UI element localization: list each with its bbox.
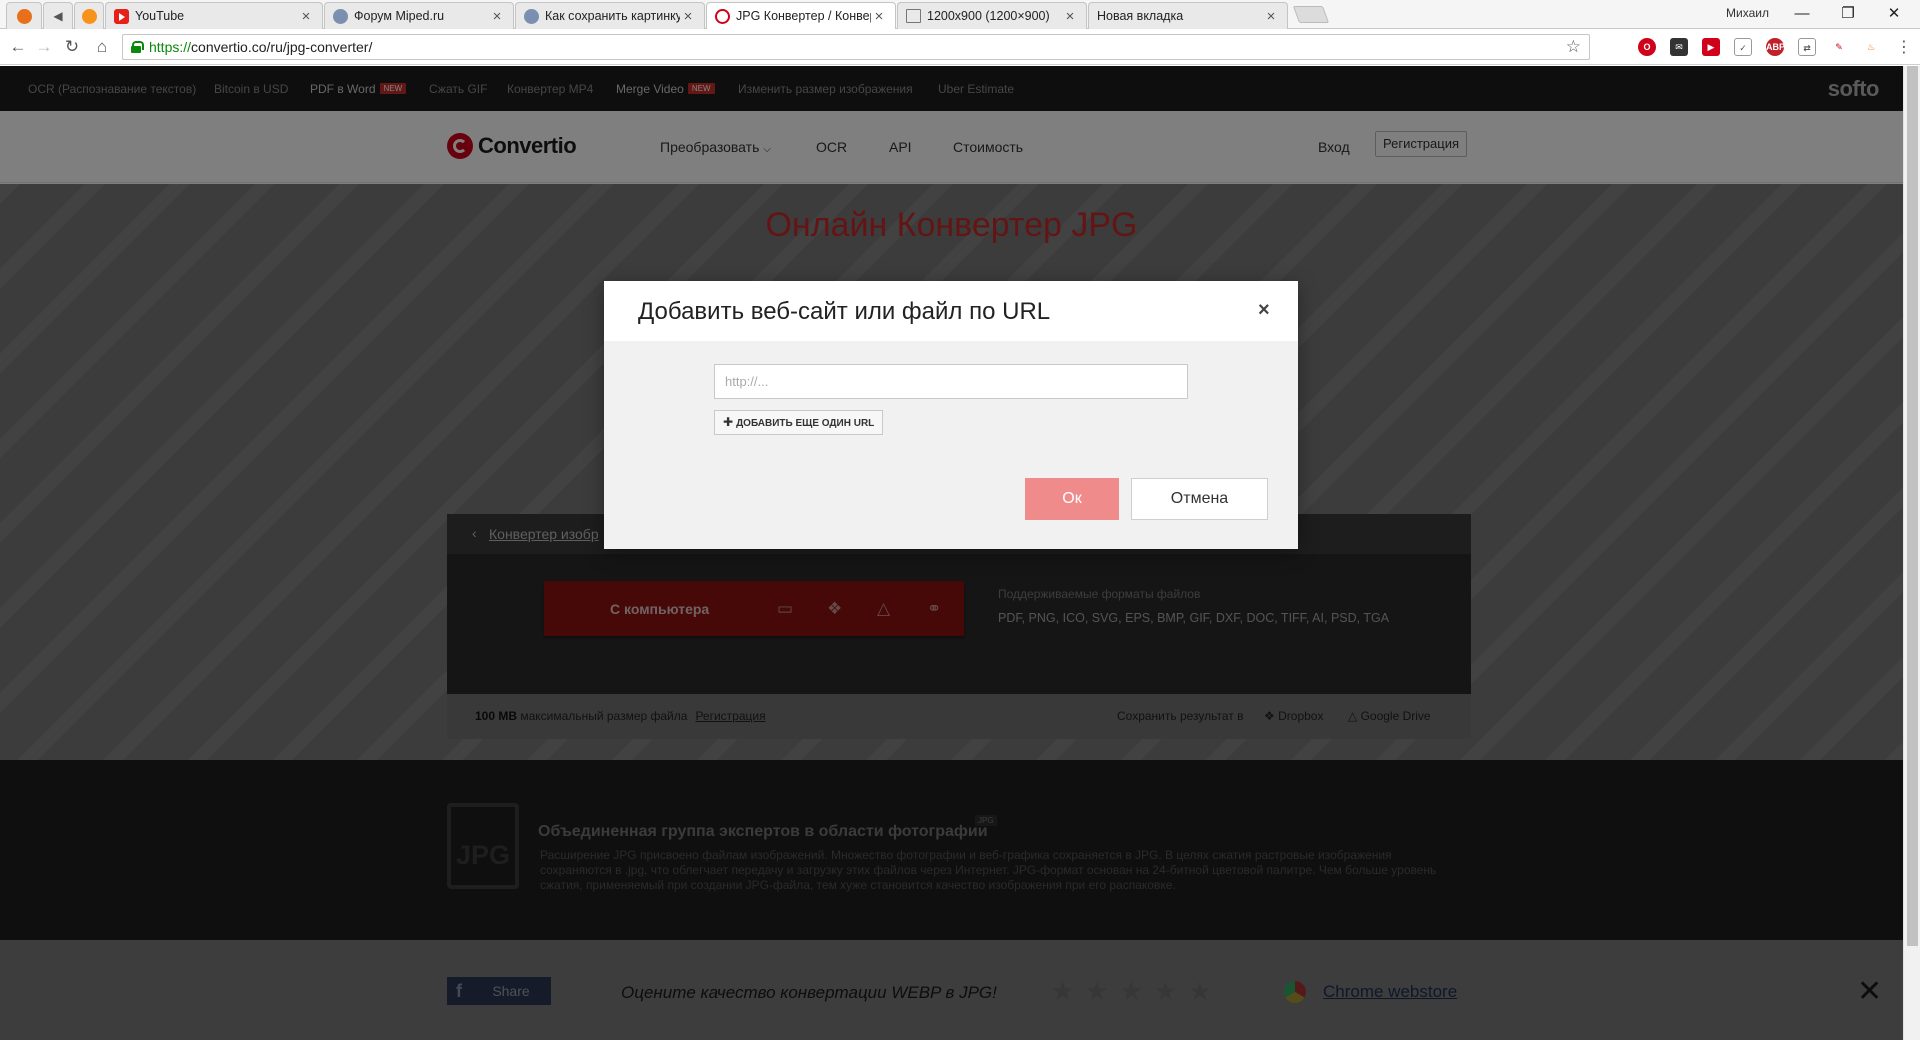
tab-jpg-converter[interactable]: JPG Конвертер / Конвер ×	[706, 2, 896, 29]
youtube-icon	[114, 8, 129, 24]
page-scrollbar[interactable]	[1903, 66, 1920, 1040]
shield-extension-icon[interactable]: ✓	[1734, 38, 1752, 56]
close-icon[interactable]: ×	[1263, 8, 1279, 25]
forum-icon	[524, 8, 539, 24]
close-icon[interactable]: ×	[1258, 299, 1270, 322]
convertio-icon	[715, 8, 730, 24]
tab-title: Как сохранить картинку	[545, 9, 680, 23]
add-url-modal: Добавить веб-сайт или файл по URL × ✚ДОБ…	[604, 281, 1298, 549]
add-url-label: ДОБАВИТЬ ЕЩЕ ОДИН URL	[736, 418, 875, 429]
forum-icon	[333, 8, 348, 24]
tab-forum-miped[interactable]: Форум Miped.ru ×	[324, 2, 514, 29]
browser-menu-icon[interactable]: ⋮	[1896, 37, 1912, 57]
tab-title: 1200x900 (1200×900)	[927, 9, 1050, 23]
profile-name[interactable]: Михаил	[1726, 6, 1769, 20]
tab-new-tab[interactable]: Новая вкладка ×	[1088, 2, 1288, 29]
pinned-tab-2[interactable]: ◀	[43, 2, 73, 29]
url-text: convertio.co/ru/jpg-converter/	[191, 39, 373, 55]
tab-save-picture[interactable]: Как сохранить картинку ×	[515, 2, 705, 29]
close-icon[interactable]: ×	[871, 8, 887, 25]
lock-icon	[131, 41, 144, 53]
tab-title: YouTube	[135, 9, 185, 23]
translate-extension-icon[interactable]: ⇄	[1798, 38, 1816, 56]
home-icon[interactable]: ⌂	[90, 35, 114, 59]
close-icon[interactable]: ×	[1062, 8, 1078, 25]
pinned-tab-3[interactable]	[74, 2, 104, 29]
modal-header: Добавить веб-сайт или файл по URL ×	[604, 281, 1298, 341]
bookmark-star-icon[interactable]: ☆	[1566, 37, 1581, 57]
url-input[interactable]	[714, 364, 1188, 399]
forward-icon[interactable]: →	[32, 35, 56, 59]
minimize-icon[interactable]: —	[1780, 3, 1824, 25]
video-extension-icon[interactable]: ▶	[1702, 38, 1720, 56]
url-scheme: https://	[149, 39, 192, 55]
close-icon[interactable]: ×	[489, 8, 505, 25]
reload-icon[interactable]: ↻	[60, 35, 84, 59]
bitcoin-icon	[81, 8, 97, 24]
cancel-button[interactable]: Отмена	[1131, 478, 1268, 520]
close-icon[interactable]: ×	[298, 8, 314, 25]
paint-extension-icon[interactable]: ✎	[1830, 38, 1848, 56]
ok-button[interactable]: Ок	[1025, 478, 1119, 520]
tab-image-1200x900[interactable]: 1200x900 (1200×900) ×	[897, 2, 1087, 29]
firefox-like-icon	[16, 8, 32, 24]
address-bar[interactable]: https:// convertio.co/ru/jpg-converter/ …	[122, 34, 1590, 60]
tab-title: JPG Конвертер / Конвер	[736, 9, 871, 23]
restore-icon[interactable]: ❐	[1826, 3, 1870, 25]
mail-extension-icon[interactable]: ✉	[1670, 38, 1688, 56]
modal-title: Добавить веб-сайт или файл по URL	[638, 298, 1051, 325]
window-close-icon[interactable]: ✕	[1872, 3, 1916, 25]
adblock-icon[interactable]: ABP	[1766, 38, 1785, 56]
browser-toolbar: ← → ↻ ⌂ https:// convertio.co/ru/jpg-con…	[0, 29, 1920, 65]
modal-backdrop[interactable]	[0, 66, 1903, 1040]
add-another-url-button[interactable]: ✚ ДОБАВИТЬ ЕЩЕ ОДИН URL	[714, 410, 884, 435]
browser-tab-strip: ◀ YouTube × Форум Miped.ru × Как сохрани…	[0, 0, 1920, 29]
page-viewport: OCR (Распознавание текстов) Bitcoin в US…	[0, 66, 1903, 1040]
close-icon[interactable]: ×	[680, 8, 696, 25]
opera-extension-icon[interactable]: O	[1638, 38, 1656, 56]
tab-youtube[interactable]: YouTube ×	[105, 2, 323, 29]
scrollbar-thumb[interactable]	[1907, 66, 1918, 946]
tab-title: Форум Miped.ru	[354, 9, 445, 23]
back-icon[interactable]: ←	[6, 35, 30, 59]
flame-extension-icon[interactable]: ♨	[1862, 38, 1880, 56]
plus-icon: ✚	[723, 415, 734, 429]
pinned-tab-1[interactable]	[6, 2, 42, 29]
new-tab-button[interactable]	[1292, 6, 1330, 23]
mute-icon: ◀	[53, 9, 63, 23]
tab-title: Новая вкладка	[1097, 9, 1184, 23]
document-icon	[906, 9, 921, 23]
